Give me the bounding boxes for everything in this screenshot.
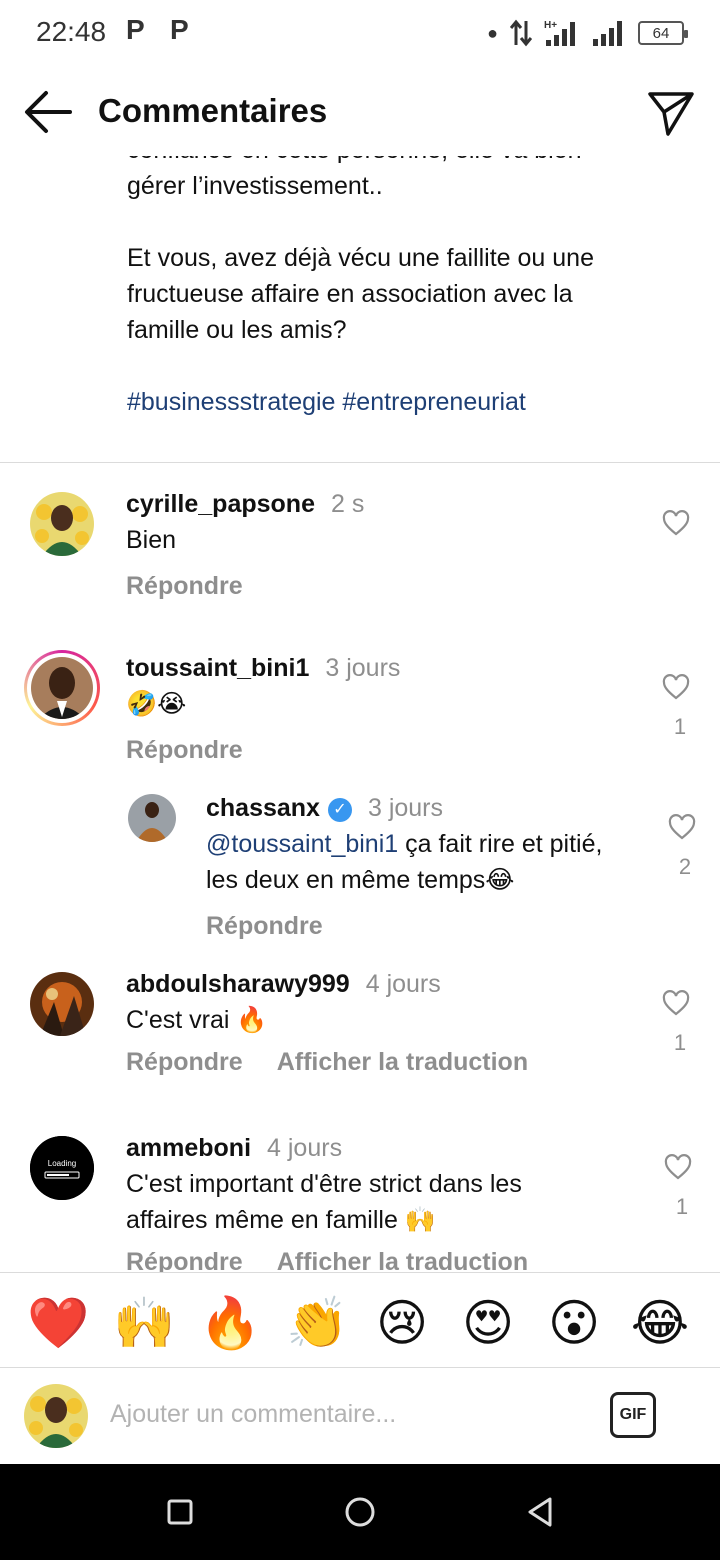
heart-emoji-button[interactable]: ❤️ — [27, 1293, 89, 1353]
reply-button[interactable]: Répondre — [126, 736, 243, 764]
status-icons: ● H+ 64 — [487, 18, 688, 48]
status-time: 22:48 — [36, 16, 107, 47]
clapping-emoji-button[interactable]: 👏 — [286, 1293, 348, 1353]
avatar[interactable] — [128, 794, 176, 842]
translate-button[interactable]: Afficher la traduction — [277, 1048, 528, 1076]
surprised-emoji-button[interactable]: 😮 — [544, 1293, 604, 1353]
status-bar: 22:48 P P ● H+ 64 — [0, 0, 720, 68]
comment-text: C'est vrai 🔥 — [126, 1006, 268, 1034]
dot-icon: ● — [487, 22, 498, 43]
comment-text: @toussaint_bini1 ça fait rire et pitié, … — [206, 826, 636, 898]
comment-username[interactable]: chassanx — [206, 794, 320, 822]
comment-text: C'est important d'être strict dans les a… — [126, 1170, 522, 1234]
raising-hands-emoji-button[interactable]: 🙌 — [113, 1293, 175, 1353]
reply-button[interactable]: Répondre — [206, 912, 323, 940]
translate-button[interactable]: Afficher la traduction — [277, 1248, 528, 1272]
notification-p-icon: P — [126, 14, 145, 45]
avatar-story-ring[interactable] — [24, 650, 100, 726]
avatar[interactable]: Loading — [30, 1136, 94, 1200]
signal-icon — [593, 21, 622, 46]
page-title: Commentaires — [98, 92, 328, 129]
comment-username[interactable]: toussaint_bini1 — [126, 654, 309, 682]
heart-icon[interactable] — [662, 674, 690, 702]
back-icon[interactable] — [522, 1494, 558, 1530]
avatar[interactable] — [30, 972, 94, 1036]
svg-text:H+: H+ — [544, 20, 557, 31]
data-arrows-icon — [510, 19, 532, 47]
verified-badge-icon: ✓ — [327, 798, 352, 822]
quick-reactions-bar: ❤️ 🙌 🔥 👏 😢 😍 😮 😂 — [0, 1272, 720, 1368]
comment-time: 2 s — [330, 490, 365, 518]
comment-text: Bien — [126, 526, 177, 554]
comment-time: 3 jours — [367, 794, 444, 822]
heart-eyes-emoji-button[interactable]: 😍 — [458, 1293, 518, 1353]
fire-emoji-button[interactable]: 🔥 — [199, 1293, 261, 1353]
reply-button[interactable]: Répondre — [126, 1248, 243, 1272]
back-arrow-icon[interactable] — [22, 88, 74, 136]
like-count: 1 — [673, 1030, 687, 1055]
reply-button[interactable]: Répondre — [126, 572, 243, 600]
signal-h-icon: H+ — [544, 20, 575, 46]
caption-partial-line: confiance en cette personne, elle va bie… — [127, 156, 647, 168]
post-caption: confiance en cette personne, elle va bie… — [127, 156, 647, 456]
heart-icon[interactable] — [662, 510, 690, 538]
sad-emoji-button[interactable]: 😢 — [372, 1293, 432, 1353]
like-count: 1 — [673, 714, 687, 739]
like-count: 1 — [675, 1194, 689, 1219]
caption-hashtags[interactable]: #businessstrategie #entrepreneuriat — [127, 384, 647, 420]
notification-p-icon: P — [170, 14, 189, 45]
comment-username[interactable]: ammeboni — [126, 1134, 251, 1162]
comment-time: 4 jours — [365, 970, 441, 998]
mention-link[interactable]: @toussaint_bini1 — [206, 830, 398, 858]
like-count: 2 — [678, 854, 692, 879]
comment-username[interactable]: abdoulsharawy999 — [126, 970, 350, 998]
heart-icon[interactable] — [662, 990, 690, 1018]
caption-line: gérer l’investissement.. — [127, 172, 383, 200]
header: Commentaires — [0, 68, 720, 156]
comments-list[interactable]: confiance en cette personne, elle va bie… — [0, 156, 720, 1272]
gif-button[interactable]: GIF — [610, 1392, 656, 1438]
system-nav-bar — [0, 1464, 720, 1560]
heart-icon[interactable] — [664, 1154, 692, 1182]
divider — [0, 462, 720, 463]
user-avatar — [24, 1384, 88, 1448]
heart-icon[interactable] — [668, 814, 696, 842]
battery-icon: 64 — [638, 21, 688, 45]
comment-input[interactable]: Ajouter un commentaire... — [110, 1400, 570, 1429]
home-icon[interactable] — [342, 1494, 378, 1530]
avatar[interactable] — [30, 492, 94, 556]
recent-apps-icon[interactable] — [162, 1494, 198, 1530]
comment-time: 3 jours — [325, 654, 401, 682]
comment-time: 4 jours — [267, 1134, 343, 1162]
caption-paragraph: Et vous, avez déjà vécu une faillite ou … — [127, 244, 594, 344]
send-icon[interactable] — [646, 88, 696, 138]
reply-button[interactable]: Répondre — [126, 1048, 243, 1076]
laughing-emoji-button[interactable]: 😂 — [630, 1293, 690, 1353]
svg-text:Loading: Loading — [48, 1159, 76, 1168]
comment-composer: Ajouter un commentaire... GIF — [0, 1368, 720, 1464]
comment-text: 🤣😭 — [126, 690, 187, 718]
comment-username[interactable]: cyrille_papsone — [126, 490, 315, 518]
